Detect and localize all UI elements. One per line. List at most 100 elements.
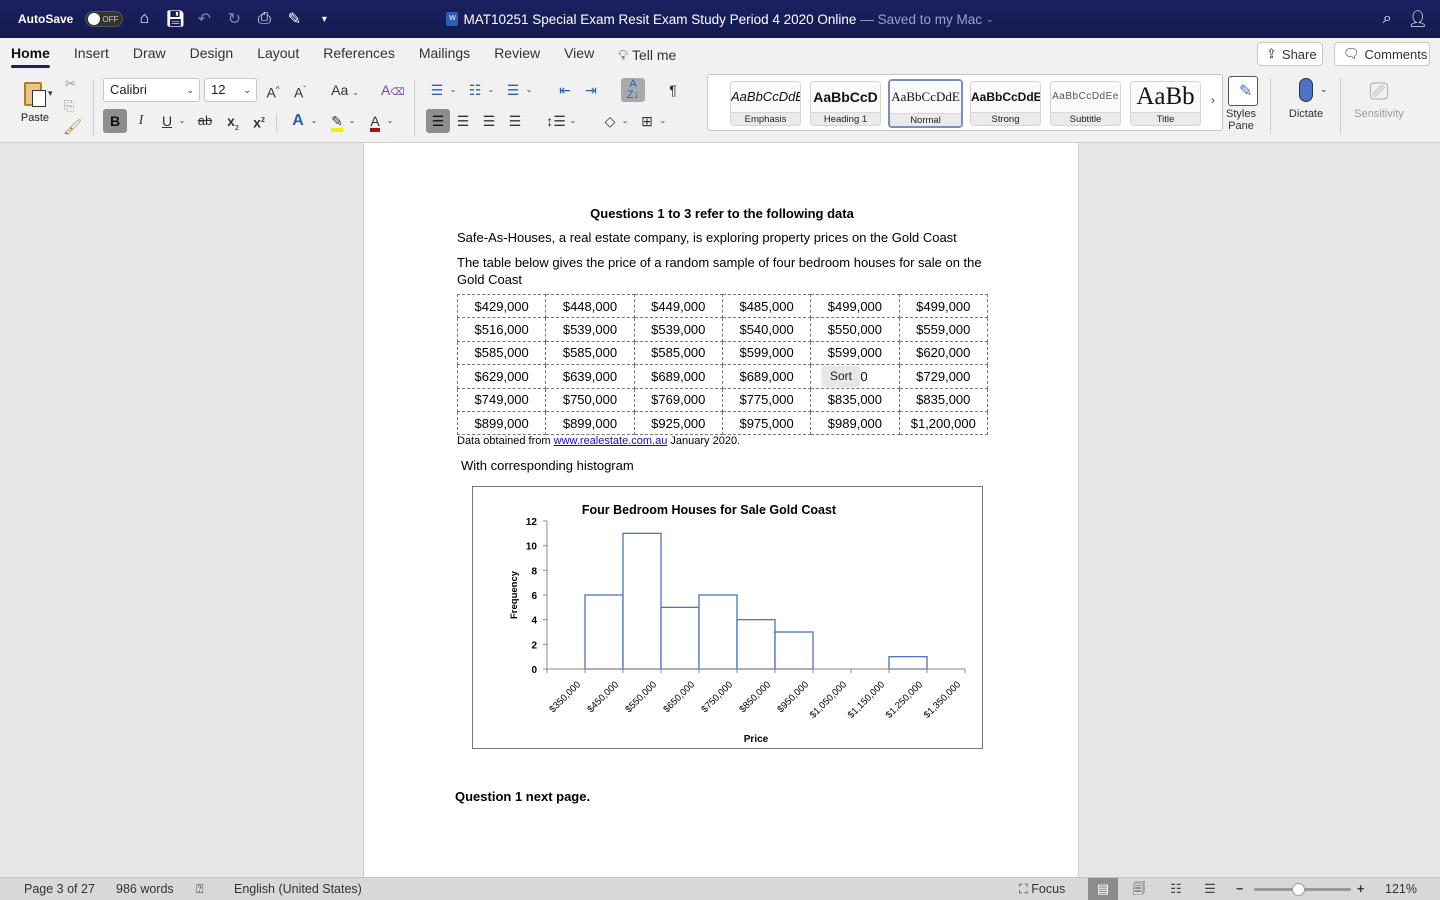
table-cell[interactable]: $775,000 [721,387,812,412]
multilevel-chevron-icon[interactable]: ⌄ [524,78,534,102]
paste-options-chevron-icon[interactable]: ▾ [48,88,53,99]
tab-design[interactable]: Design [178,44,246,66]
share-button[interactable]: ⇪ Share [1257,42,1323,66]
table-cell[interactable]: $975,000 [721,410,812,436]
format-painter-icon[interactable]: 🖌︎ [63,118,82,136]
tell-me[interactable]: 💡︎ Tell me [606,44,688,66]
tab-home[interactable]: Home [11,44,62,68]
histogram-chart[interactable]: Four Bedroom Houses for Sale Gold Coast 0… [472,486,983,749]
sort-button[interactable]: A Z↓ [621,78,645,102]
zoom-in-button[interactable]: + [1357,878,1364,900]
table-cell[interactable]: $449,000 [633,293,723,319]
bullets-chevron-icon[interactable]: ⌄ [448,78,458,102]
table-cell[interactable]: $429,000 [456,293,547,319]
redo-icon[interactable]: ↻ [225,9,243,29]
table-cell[interactable]: $835,000 [898,387,989,412]
table-cell[interactable]: $749,000 [456,387,547,412]
clear-formatting-button[interactable]: A⌫ [381,78,404,102]
zoom-level[interactable]: 121% [1385,878,1417,900]
table-cell[interactable]: $729,000 [898,364,989,389]
copy-icon[interactable]: ⎘ [64,98,74,114]
table-cell[interactable]: $689,000 [633,364,723,389]
text-effects-button[interactable]: A [287,109,309,133]
table-cell[interactable]: $585,000 [545,340,635,366]
dictate-chevron-icon[interactable]: ⌄ [1320,84,1328,95]
zoom-slider-thumb[interactable] [1291,883,1305,896]
numbering-chevron-icon[interactable]: ⌄ [486,78,496,102]
strikethrough-button[interactable]: ab [194,109,216,133]
table-cell[interactable]: $1,200,000 [898,410,989,436]
superscript-button[interactable]: x2 [248,109,270,133]
bold-button[interactable]: B [103,109,127,133]
table-cell[interactable]: $540,000 [721,317,812,342]
table-cell[interactable]: $925,000 [633,410,723,436]
table-cell[interactable]: $750,000 [545,387,635,412]
decrease-indent-button[interactable]: ⇤ [554,78,576,102]
table-cell[interactable]: $620,000 [898,340,989,366]
comments-button[interactable]: 🗨︎ Comments [1334,42,1430,66]
tab-review[interactable]: Review [482,44,552,66]
style-strong[interactable]: AaBbCcDdE Strong [970,81,1041,126]
align-center-button[interactable]: ☰ [452,109,474,133]
table-cell[interactable]: $899,000 [545,410,635,436]
align-right-button[interactable]: ☰ [478,109,500,133]
italic-button[interactable]: I [130,109,152,133]
autosave-toggle[interactable]: OFF [85,11,124,27]
tab-mailings[interactable]: Mailings [407,44,482,66]
sensitivity-button[interactable]: ⎚ Sensitivity [1350,76,1408,120]
word-count[interactable]: 986 words [116,878,174,900]
line-spacing-chevron-icon[interactable]: ⌄ [568,109,578,133]
style-emphasis[interactable]: AaBbCcDdE Emphasis [730,81,801,126]
table-cell[interactable]: $639,000 [545,364,635,389]
table-cell[interactable]: $899,000 [456,410,547,436]
table-cell[interactable]: $499,000 [898,293,989,319]
draft-view-button[interactable]: ☰ [1195,878,1225,900]
text-effects-chevron-icon[interactable]: ⌄ [309,109,319,133]
change-case-button[interactable]: Aa ⌄ [329,78,361,102]
table-cell[interactable]: $989,000 [810,410,900,436]
underline-button[interactable]: U [156,109,178,133]
cut-icon[interactable]: ✂ [65,76,76,92]
web-layout-view-button[interactable]: 🗐 [1124,878,1154,900]
tab-insert[interactable]: Insert [62,44,121,66]
undo-icon[interactable]: ↶ [195,9,213,29]
gallery-more-arrow-icon[interactable]: › [1211,93,1215,107]
justify-button[interactable]: ☰ [504,109,526,133]
table-cell[interactable]: $599,000 [810,340,900,366]
subscript-button[interactable]: x2 [222,109,244,133]
document-area[interactable]: Questions 1 to 3 refer to the following … [0,143,1440,877]
table-cell[interactable]: $539,000 [545,317,635,342]
print-icon[interactable]: ⎙ [255,10,273,28]
table-cell[interactable]: $599,000 [721,340,812,366]
edit-icon[interactable]: ✎ [285,9,303,29]
table-cell[interactable]: $559,000 [898,317,989,342]
align-left-button[interactable]: ☰ [426,109,450,133]
print-layout-view-button[interactable]: ▤ [1088,878,1118,900]
page-indicator[interactable]: Page 3 of 27 [24,878,95,900]
show-formatting-marks-button[interactable]: ¶ [662,78,684,102]
search-icon[interactable]: ⌕ [1383,10,1392,28]
table-cell[interactable]: $585,000 [633,340,723,366]
table-cell[interactable]: $689,000 [721,364,812,389]
table-cell[interactable]: $516,000 [456,317,547,342]
bullets-button[interactable]: ☰ [426,78,448,102]
tab-layout[interactable]: Layout [245,44,311,66]
grow-font-button[interactable]: A^ [262,78,284,102]
customize-toolbar-icon[interactable]: ▾ [315,14,333,25]
paste-button[interactable]: Paste [14,78,56,124]
home-icon[interactable]: ⌂ [135,10,153,28]
font-size-select[interactable]: 12 ⌄ [204,78,257,102]
table-cell[interactable]: $485,000 [721,293,812,319]
style-heading-1[interactable]: AaBbCcD Heading 1 [810,81,881,126]
account-icon[interactable]: 👤︎ [1408,9,1428,29]
source-link[interactable]: www.realestate.com.au [554,435,668,447]
style-subtitle[interactable]: AaBbCcDdEe Subtitle [1050,81,1121,126]
language-indicator[interactable]: English (United States) [234,878,362,900]
highlight-chevron-icon[interactable]: ⌄ [347,109,357,133]
font-color-button[interactable]: A [364,109,386,133]
table-cell[interactable]: $835,000 [810,387,900,412]
font-name-select[interactable]: Calibri ⌄ [103,78,200,102]
outline-view-button[interactable]: ☷ [1161,878,1191,900]
increase-indent-button[interactable]: ⇥ [580,78,602,102]
table-cell[interactable]: $629,000 [456,364,547,389]
